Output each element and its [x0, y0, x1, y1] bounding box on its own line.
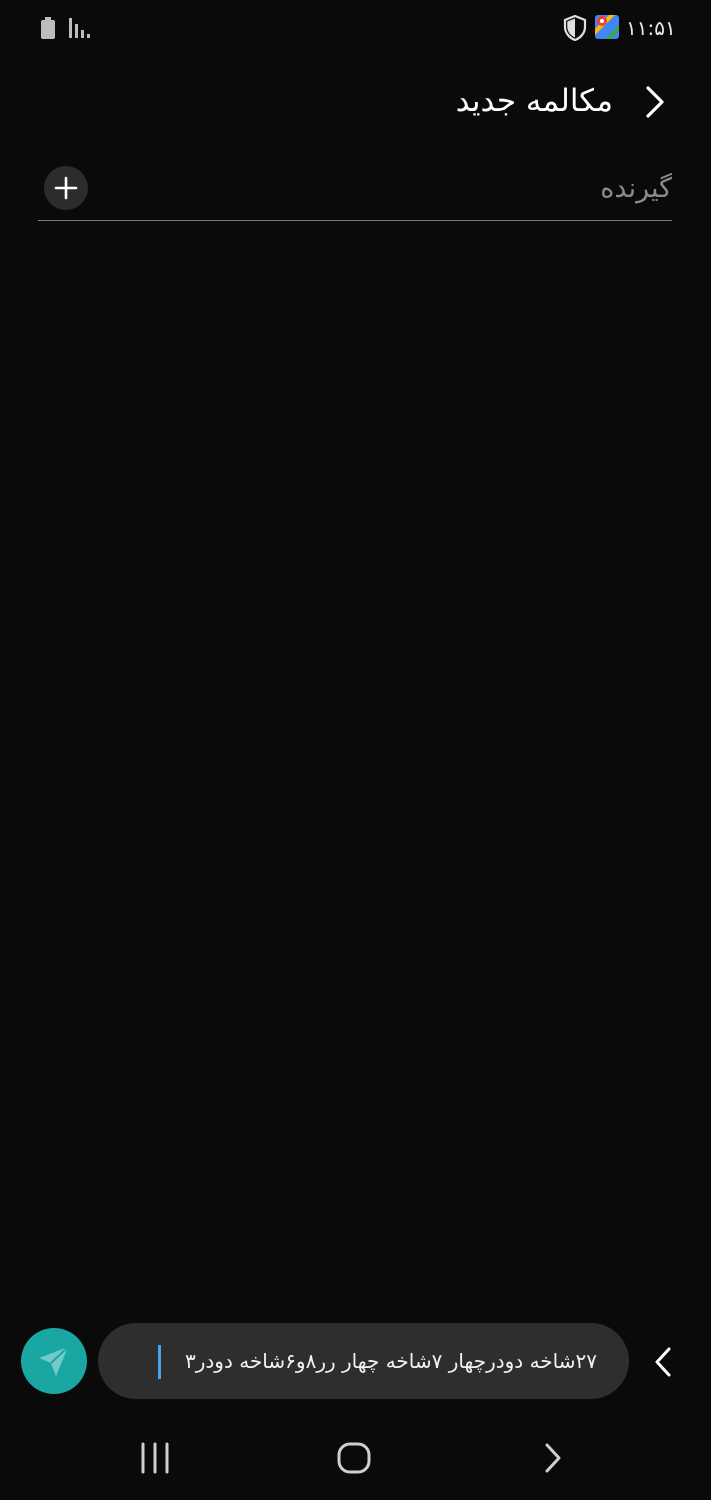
recent-apps-button[interactable]	[138, 1440, 172, 1476]
home-button[interactable]	[336, 1439, 372, 1477]
signal-icon	[68, 18, 92, 38]
back-button[interactable]	[636, 80, 676, 124]
maps-icon	[595, 15, 619, 39]
page-title: مکالمه جدید	[455, 83, 613, 119]
home-icon	[337, 1442, 371, 1474]
recent-apps-icon	[141, 1442, 169, 1474]
chevron-right-icon	[646, 86, 664, 118]
message-text: ۲۷شاخه دودرچهار ۷شاخه چهار رر۸و۶شاخه دود…	[184, 1349, 597, 1373]
nav-back-button[interactable]	[540, 1440, 566, 1476]
plus-icon	[54, 176, 78, 200]
add-recipient-button[interactable]	[44, 166, 88, 210]
text-cursor	[158, 1345, 161, 1379]
message-compose-field[interactable]: ۲۷شاخه دودرچهار ۷شاخه چهار رر۸و۶شاخه دود…	[98, 1323, 629, 1399]
send-button[interactable]	[21, 1328, 87, 1394]
chevron-left-icon	[655, 1347, 671, 1377]
battery-icon	[40, 17, 56, 39]
expand-options-button[interactable]	[645, 1340, 681, 1384]
recipient-input[interactable]	[110, 163, 672, 213]
send-icon	[39, 1346, 69, 1376]
status-bar: ۱۱:۵۱	[0, 0, 711, 56]
shield-icon	[563, 15, 587, 41]
status-time: ۱۱:۵۱	[626, 16, 676, 40]
recipient-divider	[38, 220, 672, 221]
back-icon	[545, 1443, 561, 1473]
